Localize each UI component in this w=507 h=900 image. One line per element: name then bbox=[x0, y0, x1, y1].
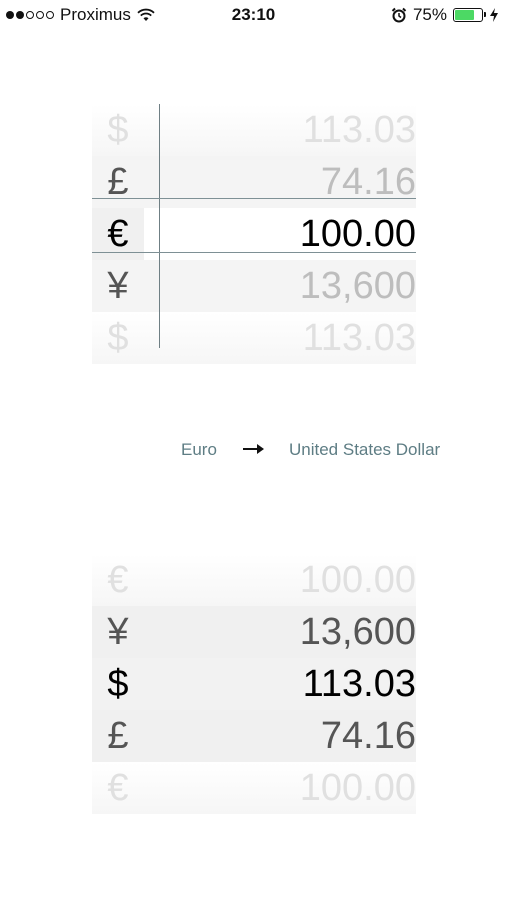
currency-symbol: € bbox=[107, 767, 129, 809]
picker-row[interactable]: ¥ 13,600 bbox=[92, 606, 416, 658]
picker-row[interactable]: $ 113.03 bbox=[92, 104, 416, 156]
currency-symbol: $ bbox=[107, 109, 129, 151]
status-right: 75% bbox=[391, 5, 499, 25]
currency-amount: 113.03 bbox=[302, 109, 416, 151]
currency-amount: 113.03 bbox=[302, 317, 416, 359]
picker-row[interactable]: $ 113.03 bbox=[92, 312, 416, 364]
currency-amount: 13,600 bbox=[299, 611, 416, 653]
target-currency-picker[interactable]: € 100.00 ¥ 13,600 $ 113.03 £ 74.16 € 100… bbox=[92, 554, 416, 814]
picker-row[interactable]: ¥ 13,600 bbox=[92, 260, 416, 312]
currency-symbol: ¥ bbox=[107, 611, 129, 653]
currency-symbol: ¥ bbox=[107, 265, 129, 307]
target-currency-name: United States Dollar bbox=[289, 440, 441, 459]
picker-row-selected[interactable]: $ 113.03 bbox=[92, 658, 416, 710]
status-bar: Proximus 23:10 75% bbox=[0, 0, 507, 30]
source-currency-picker[interactable]: $ 113.03 £ 74.16 € 100.00 ¥ 13,600 $ 113… bbox=[92, 104, 416, 364]
currency-amount: 100.00 bbox=[299, 559, 416, 601]
alarm-icon bbox=[391, 7, 407, 23]
selection-top-line bbox=[92, 198, 416, 199]
arrow-right-icon bbox=[243, 444, 264, 454]
battery-percent: 75% bbox=[412, 5, 447, 24]
currency-amount: 74.16 bbox=[320, 715, 416, 757]
selection-bottom-line bbox=[92, 252, 416, 253]
currency-symbol: € bbox=[107, 559, 129, 601]
battery-icon bbox=[453, 8, 486, 22]
picker-row[interactable]: £ 74.16 bbox=[92, 156, 416, 208]
column-divider bbox=[159, 104, 160, 348]
converted-amount: 113.03 bbox=[302, 663, 416, 705]
currency-symbol: $ bbox=[107, 663, 129, 705]
currency-amount: 100.00 bbox=[299, 767, 416, 809]
currency-amount: 13,600 bbox=[299, 265, 416, 307]
source-currency-name: Euro bbox=[181, 440, 217, 459]
charging-bolt-icon bbox=[490, 8, 498, 22]
currency-symbol: $ bbox=[107, 317, 129, 359]
currency-symbol: £ bbox=[107, 715, 129, 757]
picker-row[interactable]: € 100.00 bbox=[92, 762, 416, 814]
picker-row[interactable]: € 100.00 bbox=[92, 554, 416, 606]
picker-row[interactable]: £ 74.16 bbox=[92, 710, 416, 762]
currency-symbol: £ bbox=[107, 161, 129, 203]
currency-amount: 74.16 bbox=[320, 161, 416, 203]
